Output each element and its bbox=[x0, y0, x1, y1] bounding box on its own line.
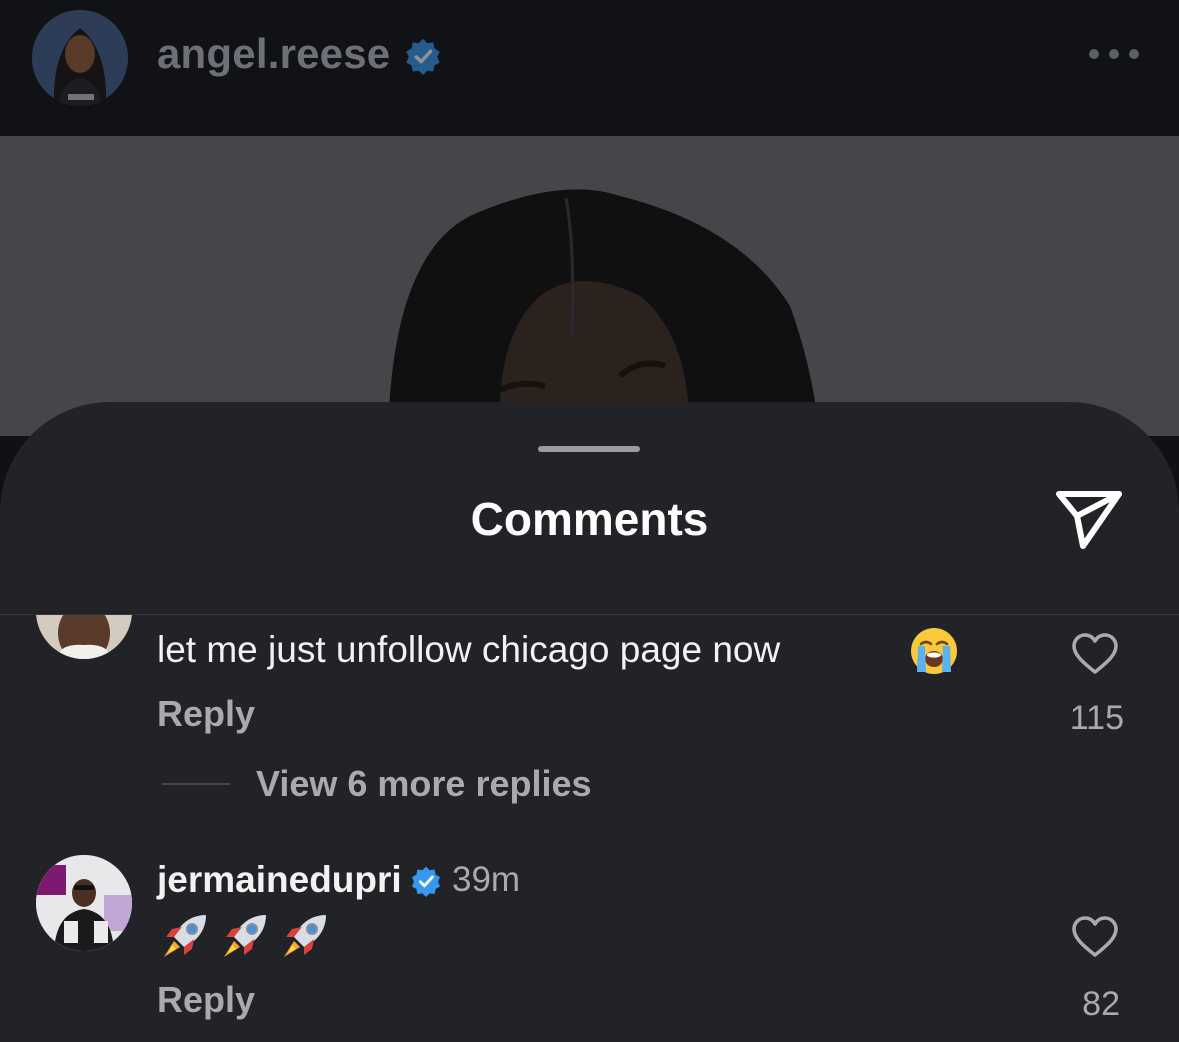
send-icon[interactable] bbox=[1053, 486, 1125, 552]
post-author-avatar[interactable] bbox=[32, 10, 128, 106]
more-horizontal-icon[interactable] bbox=[1086, 42, 1142, 66]
comment-text: let me just unfollow chicago page now bbox=[157, 629, 781, 670]
verified-badge-icon bbox=[406, 38, 440, 75]
comments-title: Comments bbox=[470, 493, 709, 545]
post-header: angel.reese bbox=[0, 0, 1179, 136]
loudly-crying-face-icon bbox=[911, 628, 957, 674]
post-photo bbox=[0, 136, 1179, 436]
like-heart-icon[interactable] bbox=[1071, 915, 1119, 959]
sheet-grabber-handle[interactable] bbox=[538, 446, 640, 452]
view-more-replies-button[interactable]: View 6 more replies bbox=[256, 763, 592, 805]
rocket-icon bbox=[224, 915, 266, 957]
reply-button[interactable]: Reply bbox=[157, 693, 255, 735]
like-heart-icon[interactable] bbox=[1071, 632, 1119, 676]
replies-divider-line bbox=[162, 783, 230, 785]
rocket-icon bbox=[284, 915, 326, 957]
rocket-icon bbox=[164, 915, 206, 957]
commenter-avatar[interactable] bbox=[36, 855, 132, 951]
verified-badge-icon bbox=[412, 866, 440, 897]
commenter-avatar[interactable] bbox=[36, 615, 132, 659]
like-count: 115 bbox=[1069, 699, 1124, 737]
commenter-username[interactable]: jermainedupri bbox=[157, 859, 402, 901]
comment-timestamp: 39m bbox=[452, 860, 521, 899]
reply-button[interactable]: Reply bbox=[157, 979, 255, 1021]
post-username[interactable]: angel.reese bbox=[157, 30, 390, 78]
comments-list: let me just unfollow chicago page now Re… bbox=[0, 615, 1179, 1032]
like-count: 82 bbox=[1082, 985, 1120, 1023]
